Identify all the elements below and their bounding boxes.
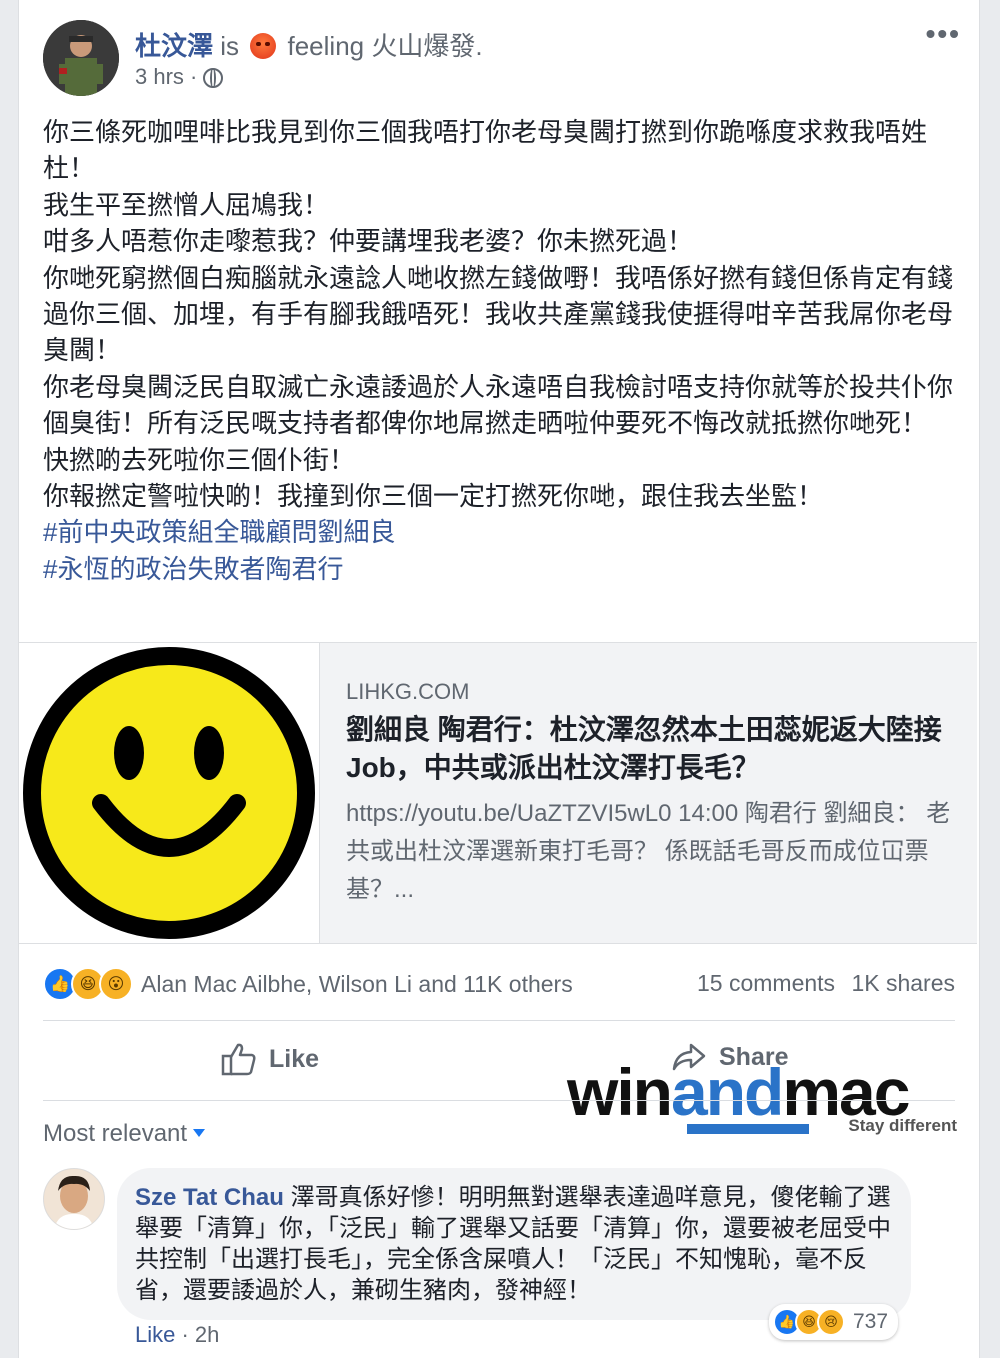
caret-down-icon	[193, 1129, 206, 1137]
more-options-icon[interactable]: •••	[926, 18, 961, 50]
commenter-photo	[44, 1169, 104, 1229]
watermark-and: and	[671, 1055, 784, 1129]
link-title[interactable]: 劉細良 陶君行：杜汶澤忽然本土田蕊妮返大陸接Job，中共或派出杜汶澤打長毛？	[346, 711, 956, 787]
comments-count[interactable]: 15 comments	[697, 970, 835, 996]
smiley-face-icon	[23, 647, 315, 939]
watermark-tagline: Stay different	[848, 1116, 957, 1135]
comment-reactions[interactable]: 👍 😆 😢 737	[769, 1304, 899, 1340]
sort-label: Most relevant	[43, 1120, 188, 1147]
reaction-names[interactable]: Alan Mac Ailbhe, Wilson Li and 11K other…	[141, 971, 573, 998]
commenter-avatar[interactable]	[43, 1168, 105, 1230]
feeling-text[interactable]: feeling 火山爆發.	[288, 31, 483, 61]
link-thumbnail[interactable]	[19, 643, 320, 943]
comment-sort-dropdown[interactable]: Most relevant	[43, 1120, 206, 1148]
angry-emoji-icon	[250, 33, 277, 59]
wow-reaction-icon: 😮	[99, 967, 133, 1001]
winandmac-watermark-logo: winandmac Stay different	[567, 1052, 957, 1142]
hashtag-link[interactable]: #前中央政策組全職顧問劉細良	[43, 514, 953, 550]
watermark-win: win	[567, 1055, 673, 1129]
reaction-summary[interactable]: 👍 😆 😮 Alan Mac Ailbhe, Wilson Li and 11K…	[43, 966, 573, 1002]
comment-reaction-count: 737	[853, 1310, 889, 1333]
thumbs-up-icon	[221, 1043, 256, 1076]
post-card: 杜汶澤 is feeling 火山爆發. 3 hrs · ••• 你三條死咖哩啡…	[18, 0, 980, 1358]
post-line: 你老母臭閪泛民自取滅亡永遠諉過於人永遠唔自我檢討唔支持你就等於投共仆你個臭街！所…	[43, 371, 954, 439]
engagement-counts: 15 comments 1K shares	[687, 970, 955, 997]
link-preview[interactable]: LIHKG.COM 劉細良 陶君行：杜汶澤忽然本土田蕊妮返大陸接Job，中共或派…	[19, 642, 977, 944]
post-line: 我生平至撚憎人屈鳩我！	[43, 189, 330, 220]
link-domain: LIHKG.COM	[346, 679, 470, 704]
comment-like-link[interactable]: Like	[135, 1322, 175, 1347]
avatar-photo	[43, 20, 119, 96]
comment-bubble: Sze Tat Chau 澤哥真係好慘！明明無對選舉表達過咩意見，傻佬輸了選舉要…	[117, 1168, 911, 1320]
post-line: 你報撚定警啦快啲！我撞到你三個一定打撚死你哋，跟住我去坐監！	[43, 481, 824, 512]
sad-reaction-icon: 😢	[817, 1308, 845, 1336]
like-label: Like	[269, 1044, 320, 1073]
post-time[interactable]: 3 hrs ·	[135, 64, 197, 89]
feeling-prefix: is	[220, 31, 240, 61]
comment-time[interactable]: · 2h	[181, 1322, 219, 1347]
link-description: https://youtu.be/UaZTZVI5wL0 14:00 陶君行 劉…	[346, 800, 951, 903]
comment-actions: Like · 2h	[135, 1322, 219, 1348]
author-avatar[interactable]	[43, 20, 119, 96]
divider	[43, 1020, 955, 1021]
post-line: 快撚啲去死啦你三個仆街！	[43, 444, 356, 475]
author-name[interactable]: 杜汶澤	[135, 31, 213, 61]
post-meta: 3 hrs ·	[135, 64, 224, 90]
post-line: 你哋死窮撚個白痴腦就永遠諗人哋收撚左錢做嘢！我唔係好撚有錢但係肯定有錢過你三個、…	[43, 262, 954, 366]
hashtag-link[interactable]: #永恆的政治失敗者陶君行	[43, 551, 953, 587]
post-line: 你三條死咖哩啡比我見到你三個我唔打你老母臭閪打撚到你跪喺度求救我唔姓杜！	[43, 117, 928, 184]
like-button[interactable]: Like	[221, 1042, 319, 1076]
comment-author[interactable]: Sze Tat Chau	[135, 1184, 284, 1211]
divider	[43, 1100, 955, 1101]
post-header: 杜汶澤 is feeling 火山爆發.	[135, 26, 483, 63]
post-body: 你三條死咖哩啡比我見到你三個我唔打你老母臭閪打撚到你跪喺度求救我唔姓杜！ 我生平…	[43, 114, 953, 587]
watermark-underline	[687, 1124, 809, 1134]
post-line: 咁多人唔惹你走嚟惹我？仲要講埋我老婆？你未撚死過！	[43, 226, 694, 257]
globe-icon[interactable]	[203, 68, 224, 88]
shares-count[interactable]: 1K shares	[851, 970, 955, 996]
